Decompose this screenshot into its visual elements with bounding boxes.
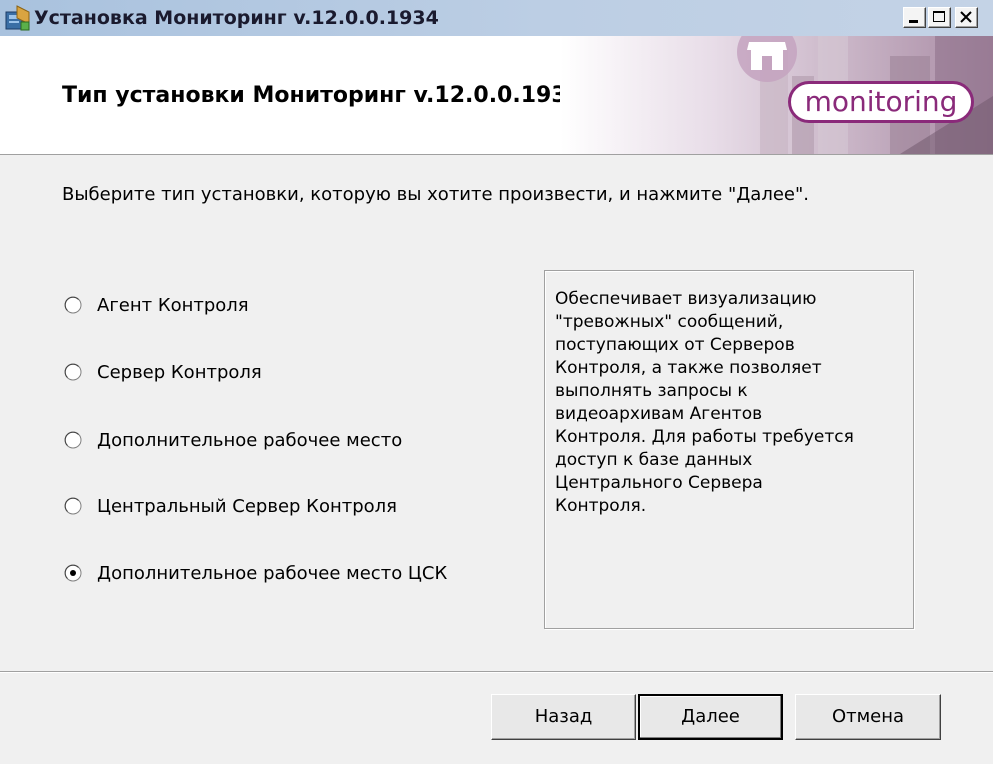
footer-divider	[0, 671, 993, 673]
next-button[interactable]: Далее	[638, 694, 783, 740]
instruction-text: Выберите тип установки, которую вы хотит…	[62, 184, 809, 205]
back-button[interactable]: Назад	[491, 694, 636, 740]
installer-icon	[5, 5, 30, 31]
option-label: Центральный Сервер Контроля	[97, 496, 397, 517]
radio-button[interactable]	[64, 296, 82, 314]
option-label: Агент Контроля	[97, 295, 249, 316]
maximize-icon	[933, 11, 945, 22]
radio-button[interactable]	[64, 497, 82, 515]
close-icon	[960, 11, 972, 23]
cancel-button[interactable]: Отмена	[795, 694, 941, 740]
shop-icon	[737, 36, 797, 82]
radio-button[interactable]	[64, 363, 82, 381]
description-box: Обеспечивает визуализацию "тревожных" со…	[544, 270, 914, 629]
page-title: Тип установки Мониторинг v.12.0.0.1934.	[62, 83, 591, 108]
logo-text: monitoring	[804, 85, 958, 118]
close-button[interactable]	[955, 7, 978, 28]
minimize-icon	[909, 20, 918, 23]
option-label: Дополнительное рабочее место ЦСК	[97, 563, 448, 584]
option-label: Дополнительное рабочее место	[97, 430, 403, 451]
window-title: Установка Мониторинг v.12.0.0.1934	[34, 7, 439, 29]
radio-button[interactable]	[64, 431, 82, 449]
description-text: Обеспечивает визуализацию "тревожных" со…	[555, 289, 854, 516]
minimize-button[interactable]	[903, 7, 926, 28]
option-label: Сервер Контроля	[97, 362, 262, 383]
radio-button-selected[interactable]	[64, 564, 82, 582]
monitoring-logo: monitoring	[788, 81, 974, 123]
wizard-header: Тип установки Мониторинг v.12.0.0.1934.	[0, 36, 993, 155]
maximize-button[interactable]	[928, 7, 951, 28]
installer-window: Установка Мониторинг v.12.0.0.1934 Тип у…	[0, 0, 993, 764]
title-bar[interactable]: Установка Мониторинг v.12.0.0.1934	[0, 0, 993, 36]
